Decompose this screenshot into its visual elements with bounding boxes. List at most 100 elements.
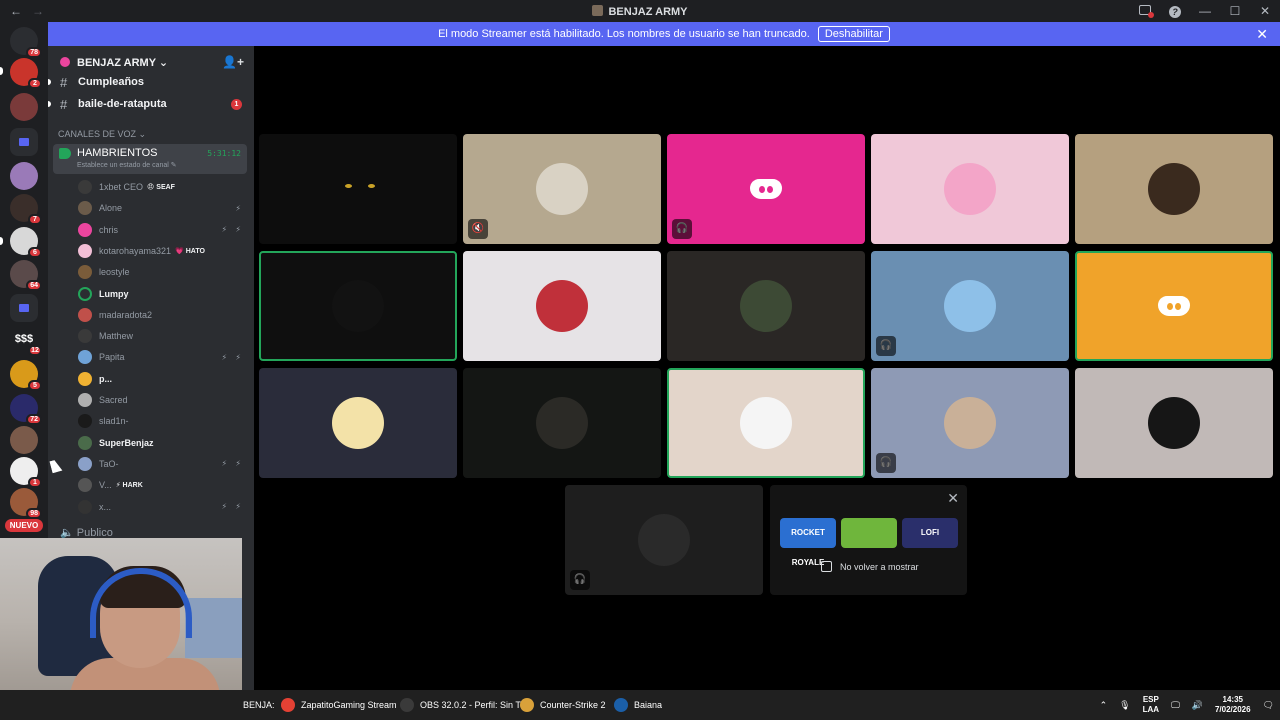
forward-arrow-icon[interactable]: → (32, 4, 44, 18)
voice-member[interactable]: Papita ⚡ ⚡ (78, 348, 248, 366)
server-icon[interactable] (10, 426, 38, 454)
taskbar-item-steam[interactable]: Baiana (614, 690, 662, 720)
taskbar-item-obs[interactable]: OBS 32.0.2 - Perfil: Sin T (400, 690, 521, 720)
participant-tile[interactable]: 🎧 (667, 134, 865, 244)
server-icon[interactable]: 7 (10, 194, 42, 225)
clock[interactable]: 14:35 7/02/2026 (1215, 695, 1251, 715)
voice-member[interactable]: Alone ⚡ (78, 199, 248, 217)
activity-thumb-game[interactable] (841, 518, 897, 548)
taskbar-item-chrome[interactable]: ZapatitoGaming Stream (281, 690, 397, 720)
notification-icon[interactable]: 🗨 (1263, 700, 1274, 711)
close-button[interactable]: ✕ (1250, 4, 1280, 18)
taskbar-item-benjaz[interactable]: BENJA: (243, 690, 275, 720)
add-member-icon[interactable]: 👤+ (222, 55, 244, 69)
deafen-icon: 🎧 (672, 219, 692, 239)
server-icon[interactable]: 1 (10, 457, 42, 488)
avatar (78, 201, 92, 216)
participant-tile[interactable] (259, 251, 457, 361)
voice-channel[interactable]: HAMBRIENTOS Establece un estado de canal… (53, 144, 247, 174)
microphone-icon[interactable]: 🎙 (1119, 700, 1130, 711)
voice-member[interactable]: p... (78, 370, 248, 388)
new-badge[interactable]: NUEVO (5, 519, 43, 532)
voice-member[interactable]: 1xbet CEO 😠 SEAF (78, 178, 248, 196)
background-bed (185, 598, 242, 658)
unread-pip (48, 101, 51, 107)
voice-channel-status[interactable]: Establece un estado de canal ✎ (77, 161, 177, 169)
participant-tile[interactable] (259, 368, 457, 478)
badge: 6 (28, 247, 42, 258)
server-icon[interactable]: $$$ 12 (10, 325, 42, 356)
badge: 7 (28, 214, 42, 225)
member-name: V... (99, 480, 112, 491)
participant-tile[interactable] (463, 368, 661, 478)
activity-thumb-rocket-royale[interactable]: ROCKET ROYALE (780, 518, 836, 567)
avatar (78, 243, 92, 258)
participant-tile[interactable]: 🔇 (463, 134, 661, 244)
channel-item[interactable]: # baile-de-rataputa 1 (48, 94, 254, 114)
voice-member[interactable]: Matthew (78, 327, 248, 345)
voice-member[interactable]: leostyle (78, 263, 248, 281)
participant-tile[interactable] (1075, 251, 1273, 361)
participant-tile[interactable]: 🎧 (565, 485, 763, 595)
participant-tile[interactable] (667, 368, 865, 478)
minimize-button[interactable]: — (1190, 4, 1220, 18)
badge: 5 (28, 380, 42, 391)
participant-tile[interactable] (259, 134, 457, 244)
participant-tile[interactable]: 🎧 (871, 251, 1069, 361)
taskbar-item-cs2[interactable]: Counter-Strike 2 (520, 690, 606, 720)
server-icon[interactable]: 6 (10, 227, 42, 258)
folder-icon[interactable] (10, 128, 38, 156)
server-icon[interactable]: 64 (10, 260, 42, 291)
participant-tile[interactable] (463, 251, 661, 361)
server-icon[interactable]: 2 (10, 58, 42, 89)
voice-member[interactable]: x... ⚡ ⚡ (78, 498, 248, 516)
close-icon[interactable]: ✕ (1256, 26, 1268, 43)
screen-share-icon[interactable] (1130, 4, 1160, 18)
participant-tile[interactable] (1075, 134, 1273, 244)
badge: 1 (28, 477, 42, 488)
taskbar-label: OBS 32.0.2 - Perfil: Sin T (420, 700, 521, 710)
voice-member[interactable]: slad1n- (78, 412, 248, 430)
avatar (1148, 397, 1200, 449)
close-icon[interactable]: ✕ (947, 490, 959, 507)
dont-show-again-label[interactable]: No volver a mostrar (840, 562, 919, 572)
participant-tile[interactable]: 🎧 (871, 368, 1069, 478)
disable-button[interactable]: Deshabilitar (817, 26, 890, 42)
participant-tile[interactable] (1075, 368, 1273, 478)
server-icon[interactable] (10, 93, 38, 121)
display-icon[interactable]: 🖵 (1171, 700, 1180, 711)
server-name: BENJAZ ARMY ⌄ (77, 56, 169, 69)
member-name: Sacred (99, 395, 128, 405)
folder-icon[interactable] (10, 294, 38, 322)
dont-show-again-checkbox[interactable] (821, 561, 832, 572)
voice-member[interactable]: Lumpy (78, 285, 248, 303)
discord-logo-icon (750, 177, 782, 201)
server-icon[interactable]: 72 (10, 394, 42, 425)
back-arrow-icon[interactable]: ← (10, 4, 22, 18)
activity-thumb-lofi[interactable]: LOFI (902, 518, 958, 548)
language-indicator[interactable]: ESP LAA (1143, 695, 1159, 715)
voice-member[interactable]: madaradota2 (78, 306, 248, 324)
voice-category-header[interactable]: CANALES DE VOZ ⌄ (58, 129, 146, 140)
chevron-up-icon[interactable]: ⌃ (1100, 700, 1108, 711)
server-icon (592, 4, 604, 16)
voice-member[interactable]: SuperBenjaz (78, 434, 248, 452)
voice-member[interactable]: V... ⚡ HARK (78, 476, 248, 494)
server-icon[interactable] (10, 162, 38, 190)
badge: 98 (26, 508, 42, 519)
server-icon[interactable]: 5 (10, 360, 42, 391)
direct-messages-icon[interactable]: 78 (10, 27, 42, 58)
maximize-button[interactable]: ☐ (1220, 4, 1250, 18)
voice-member[interactable]: chris ⚡ ⚡ (78, 221, 248, 239)
speaker-icon[interactable]: 🔊 (1192, 700, 1203, 711)
voice-member[interactable]: Sacred (78, 391, 248, 409)
member-name: Alone (99, 203, 123, 214)
voice-member[interactable]: TaO- ⚡ ⚡ (78, 455, 248, 473)
participant-tile[interactable] (667, 251, 865, 361)
participant-tile[interactable] (871, 134, 1069, 244)
badge: 64 (26, 280, 42, 291)
server-icon[interactable]: 98 (10, 488, 42, 519)
help-icon[interactable]: ? (1160, 4, 1190, 18)
voice-member[interactable]: kotarohayama321 💗 HATO (78, 242, 248, 260)
channel-item[interactable]: # Cumpleaños (48, 72, 254, 92)
